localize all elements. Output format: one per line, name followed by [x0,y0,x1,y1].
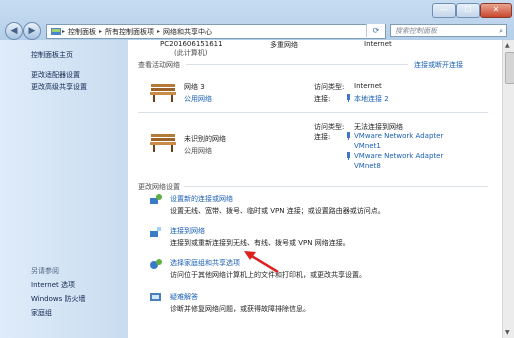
network-name: 网络 3 [184,83,205,91]
sidebar-item-home[interactable]: 控制面板主页 [31,50,73,60]
settings-link-homegroup[interactable]: 选择家庭组和共享选项 [170,258,240,268]
back-arrow-icon: ◀ [10,26,18,36]
scroll-down-icon[interactable]: ▼ [505,329,510,336]
internet-label: Internet [364,40,392,48]
connection-link-vmnet8-sub[interactable]: VMnet8 [354,162,381,170]
settings-link-troubleshoot[interactable]: 疑难解答 [170,292,198,302]
divider [184,186,488,187]
computer-name: PC201606151611 [160,40,223,48]
adapter-icon [347,132,350,140]
chevron-icon: ▸ [99,28,103,35]
computer-note: (此计算机) [174,49,208,57]
connection-link-local[interactable]: 本地连接 2 [354,94,389,104]
breadcrumb-control-panel[interactable]: 控制面板 [68,27,96,37]
homegroup-icon [150,259,162,269]
sidebar-item-homegroup[interactable]: 家庭组 [31,308,52,318]
main-content: PC201606151611 (此计算机) 多重网络 Internet 查看活动… [128,40,502,338]
forward-button[interactable]: ▶ [23,22,41,40]
maximize-button[interactable]: ☐ [456,3,480,18]
connection-label: 连接: [314,95,331,103]
new-connection-icon [150,194,162,204]
divider [138,112,488,113]
chevron-icon: ▸ [62,28,66,35]
sidebar: 控制面板主页 更改适配器设置 更改高级共享设置 另请参阅 Internet 选项… [0,40,128,338]
breadcrumb-all-items[interactable]: 所有控制面板项 [105,27,154,37]
minimize-button[interactable]: — [432,3,456,18]
refresh-button[interactable]: ⟳ [366,24,385,37]
connection-link-vmnet1-sub[interactable]: VMnet1 [354,142,381,150]
network-type-link[interactable]: 公用网络 [184,94,212,104]
divider [186,64,408,65]
sidebar-item-internet-options[interactable]: Internet 选项 [31,280,75,290]
settings-link-connect[interactable]: 连接到网络 [170,226,205,236]
sidebar-item-sharing[interactable]: 更改高级共享设置 [31,82,87,92]
change-settings-heading: 更改网络设置 [138,183,180,191]
access-type-label: 访问类型: [314,123,345,131]
address-bar[interactable]: ▸ 控制面板 ▸ 所有控制面板项 ▸ 网络和共享中心 ▾ [46,24,386,39]
window: — ☐ ✕ ◀ ▶ ▸ 控制面板 ▸ 所有控制面板项 ▸ 网络和共享中心 ▾ ⟳… [0,0,514,338]
settings-desc: 诊断并修复网络问题，或获得故障排除信息。 [170,305,310,313]
bench-icon [150,84,176,102]
troubleshoot-icon [150,293,161,301]
adapter-icon [347,94,350,102]
connection-link-vmnet8[interactable]: VMware Network Adapter [354,152,443,160]
control-panel-icon [51,28,61,35]
settings-link-new-connection[interactable]: 设置新的连接或网络 [170,194,233,204]
search-icon: ⌕ [499,27,503,35]
access-type-label: 访问类型: [314,83,345,91]
forward-arrow-icon: ▶ [28,26,36,36]
red-arrow-annotation [244,251,279,274]
network-type: 公用网络 [184,147,212,155]
connect-disconnect-link[interactable]: 连接或断开连接 [414,60,463,70]
search-input[interactable]: 搜索控制面板 ⌕ [390,24,507,37]
title-bar: — ☐ ✕ ◀ ▶ ▸ 控制面板 ▸ 所有控制面板项 ▸ 网络和共享中心 ▾ ⟳… [0,0,514,40]
back-button[interactable]: ◀ [5,22,23,40]
chevron-icon: ▸ [157,28,161,35]
connection-label: 连接: [314,133,331,141]
settings-desc: 设置无线、宽带、拨号、临时或 VPN 连接；或设置路由器或访问点。 [170,207,385,215]
active-networks-heading: 查看活动网络 [138,61,180,69]
bench-icon [150,134,176,152]
connection-link-vmnet1[interactable]: VMware Network Adapter [354,132,443,140]
access-type-value: Internet [354,82,382,90]
network-name: 未识别的网络 [184,135,226,143]
sidebar-item-adapter[interactable]: 更改适配器设置 [31,70,80,80]
scroll-up-icon[interactable]: ▲ [505,42,510,49]
close-button[interactable]: ✕ [480,3,512,18]
connect-network-icon [150,227,161,237]
adapter-icon [347,152,350,160]
scroll-thumb[interactable] [505,52,514,84]
sidebar-item-firewall[interactable]: Windows 防火墙 [31,294,85,304]
see-also-heading: 另请参阅 [31,267,59,275]
breadcrumb-network-center[interactable]: 网络和共享中心 [163,27,212,37]
multi-network-label: 多重网络 [270,41,298,49]
refresh-icon: ⟳ [372,26,380,35]
access-type-value: 无法连接到网络 [354,123,403,131]
vertical-scrollbar[interactable]: ▲ ▼ [502,40,514,338]
